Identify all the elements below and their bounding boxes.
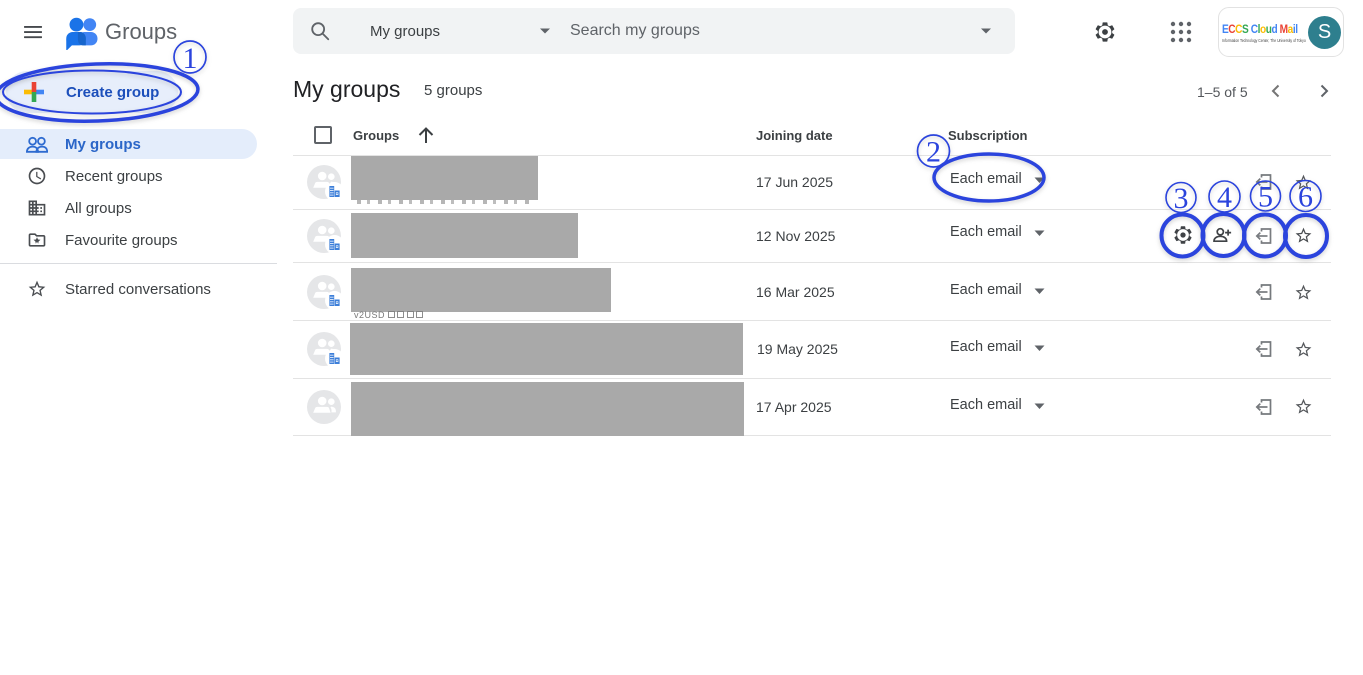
svg-text:3: 3 bbox=[1174, 182, 1189, 215]
svg-text:2: 2 bbox=[926, 136, 941, 169]
